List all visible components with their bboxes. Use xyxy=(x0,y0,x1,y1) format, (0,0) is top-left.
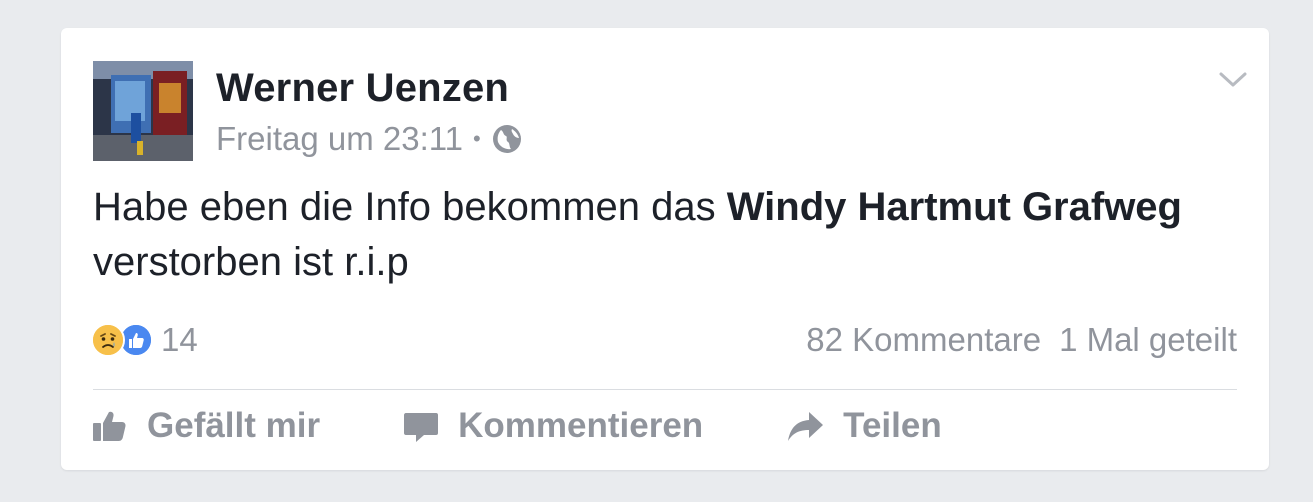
post-body: Habe eben die Info bekommen das Windy Ha… xyxy=(93,180,1223,290)
post-meta: Freitag um 23:11 • xyxy=(216,120,523,158)
comments-count-link[interactable]: 82 Kommentare xyxy=(806,321,1041,359)
avatar[interactable] xyxy=(93,61,193,161)
post-timestamp[interactable]: Freitag um 23:11 xyxy=(216,120,463,158)
shares-count-link[interactable]: 1 Mal geteilt xyxy=(1059,321,1237,359)
thumbs-up-icon xyxy=(93,411,126,441)
post-card: Werner Uenzen Freitag um 23:11 • Habe eb… xyxy=(61,28,1269,470)
tagged-person[interactable]: Windy Hartmut Grafweg xyxy=(727,185,1182,229)
post-text-part1: Habe eben die Info bekommen das xyxy=(93,185,727,229)
reactions-summary[interactable]: 14 xyxy=(91,321,198,359)
reaction-count: 14 xyxy=(161,321,198,358)
avatar-image xyxy=(93,61,193,161)
like-button[interactable]: Gefällt mir xyxy=(91,406,320,446)
post-text-part2: verstorben ist r.i.p xyxy=(93,240,409,284)
globe-icon[interactable] xyxy=(491,123,523,155)
comment-button[interactable]: Kommentieren xyxy=(402,406,703,446)
share-arrow-icon xyxy=(788,412,824,441)
post-stats: 82 Kommentare 1 Mal geteilt xyxy=(806,321,1237,359)
meta-separator: • xyxy=(473,126,481,151)
share-button-label: Teilen xyxy=(843,406,942,445)
share-button[interactable]: Teilen xyxy=(785,406,942,446)
action-bar: Gefällt mir Kommentieren Teilen xyxy=(91,406,1024,446)
comment-bubble-icon xyxy=(404,413,439,442)
author-name[interactable]: Werner Uenzen xyxy=(216,66,509,111)
sad-reaction-icon xyxy=(91,323,125,357)
chevron-down-icon[interactable] xyxy=(1217,68,1249,92)
action-divider xyxy=(93,389,1237,390)
comment-button-label: Kommentieren xyxy=(458,406,704,445)
like-button-label: Gefällt mir xyxy=(147,406,321,445)
